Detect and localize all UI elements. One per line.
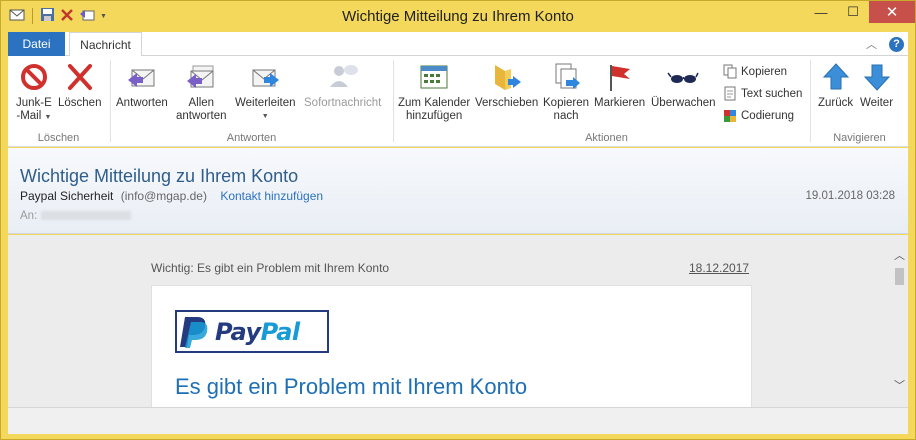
recipient-line: An:	[20, 210, 132, 222]
junk-mail-button[interactable]: Junk-E -Mail ▼	[16, 61, 52, 124]
delete-x-icon	[67, 64, 92, 90]
close-button[interactable]: ✕	[869, 1, 915, 23]
find-text-icon	[724, 86, 736, 101]
ribbon-tabs: Datei Nachricht ︿ ?	[8, 32, 908, 57]
group-label-navigieren: Navigieren	[833, 132, 886, 144]
find-text-button[interactable]: Text suchen	[723, 86, 802, 101]
encoding-button[interactable]: Codierung	[723, 108, 794, 123]
flag-icon	[609, 65, 630, 91]
add-to-calendar-button[interactable]: Zum Kalender hinzufügen	[398, 61, 470, 123]
email-heading: Es gibt ein Problem mit Ihrem Konto	[175, 374, 528, 399]
add-contact-link[interactable]: Kontakt hinzufügen	[220, 189, 323, 203]
arrow-down-icon	[863, 64, 890, 91]
vertical-scrollbar[interactable]: ︿ ﹀	[891, 235, 908, 407]
scroll-up-icon[interactable]: ︿	[894, 247, 905, 263]
message-date: 19.01.2018 03:28	[805, 190, 895, 202]
encoding-icon	[724, 110, 736, 122]
message-header: Wichtige Mitteilung zu Ihrem Konto Paypa…	[8, 148, 908, 234]
calendar-icon	[420, 65, 448, 89]
tab-message[interactable]: Nachricht	[69, 32, 142, 57]
watch-button[interactable]: Überwachen	[651, 61, 716, 110]
preheader-date[interactable]: 18.12.2017	[689, 261, 749, 275]
logo-text-pal: Pal	[260, 317, 300, 346]
collapse-ribbon-icon[interactable]: ︿	[866, 36, 877, 52]
window-controls: — ☐ ✕	[805, 1, 915, 23]
forward-button[interactable]: Weiterleiten ▼	[235, 61, 296, 123]
junk-block-icon	[20, 64, 47, 90]
help-icon[interactable]: ?	[889, 36, 904, 52]
reply-all-icon	[187, 65, 214, 88]
ribbon: Junk-E -Mail ▼ Löschen Löschen Antworten…	[8, 56, 908, 147]
copy-button[interactable]: Kopieren	[723, 64, 787, 79]
paypal-logo: PayPal	[175, 310, 329, 353]
message-subject: Wichtige Mitteilung zu Ihrem Konto	[20, 166, 299, 186]
tab-file[interactable]: Datei	[8, 32, 65, 56]
glasses-icon	[667, 72, 699, 83]
reply-icon	[127, 69, 155, 87]
sender-email: (info@mgap.de)	[120, 189, 207, 203]
preheader-text: Wichtig: Es gibt ein Problem mit Ihrem K…	[151, 261, 390, 275]
flag-button[interactable]: Markieren	[594, 61, 645, 110]
message-body[interactable]: Wichtig: Es gibt ein Problem mit Ihrem K…	[8, 235, 908, 407]
move-folder-icon	[494, 65, 521, 90]
move-button[interactable]: Verschieben	[475, 61, 538, 110]
title-bar: ▼ Wichtige Mitteilung zu Ihrem Konto — ☐…	[1, 1, 915, 32]
scroll-down-icon[interactable]: ﹀	[894, 377, 905, 393]
arrow-up-icon	[822, 63, 849, 90]
back-button[interactable]: Zurück	[818, 61, 853, 110]
instant-message-icon	[329, 65, 358, 87]
copy-icon	[723, 64, 737, 79]
email-card: PayPal Es gibt ein Problem mit Ihrem Kon…	[151, 285, 752, 407]
next-button[interactable]: Weiter	[860, 61, 893, 110]
scroll-thumb[interactable]	[895, 268, 904, 285]
group-label-loeschen: Löschen	[37, 132, 80, 144]
reply-button[interactable]: Antworten	[116, 61, 168, 110]
sender-line: Paypal Sicherheit (info@mgap.de) Kontakt…	[20, 189, 323, 203]
reply-all-button[interactable]: Allen antworten	[176, 61, 227, 123]
sender-name: Paypal Sicherheit	[20, 189, 114, 203]
copy-to-icon	[555, 63, 581, 89]
group-label-aktionen: Aktionen	[585, 132, 628, 144]
maximize-button[interactable]: ☐	[837, 1, 869, 23]
minimize-button[interactable]: —	[805, 1, 837, 23]
to-label: An:	[20, 210, 38, 222]
mail-window: ▼ Wichtige Mitteilung zu Ihrem Konto — ☐…	[0, 0, 916, 440]
status-bar	[8, 407, 908, 434]
redacted-recipient	[41, 211, 132, 221]
delete-button[interactable]: Löschen	[58, 61, 101, 110]
copy-to-button[interactable]: Kopieren nach	[543, 61, 589, 123]
logo-text-pay: Pay	[215, 317, 261, 346]
instant-message-button[interactable]: Sofortnachricht	[304, 61, 381, 110]
group-label-antworten: Antworten	[226, 132, 277, 144]
window-title: Wichtige Mitteilung zu Ihrem Konto	[342, 8, 574, 25]
paypal-p-icon	[180, 316, 208, 348]
forward-icon	[252, 69, 280, 87]
